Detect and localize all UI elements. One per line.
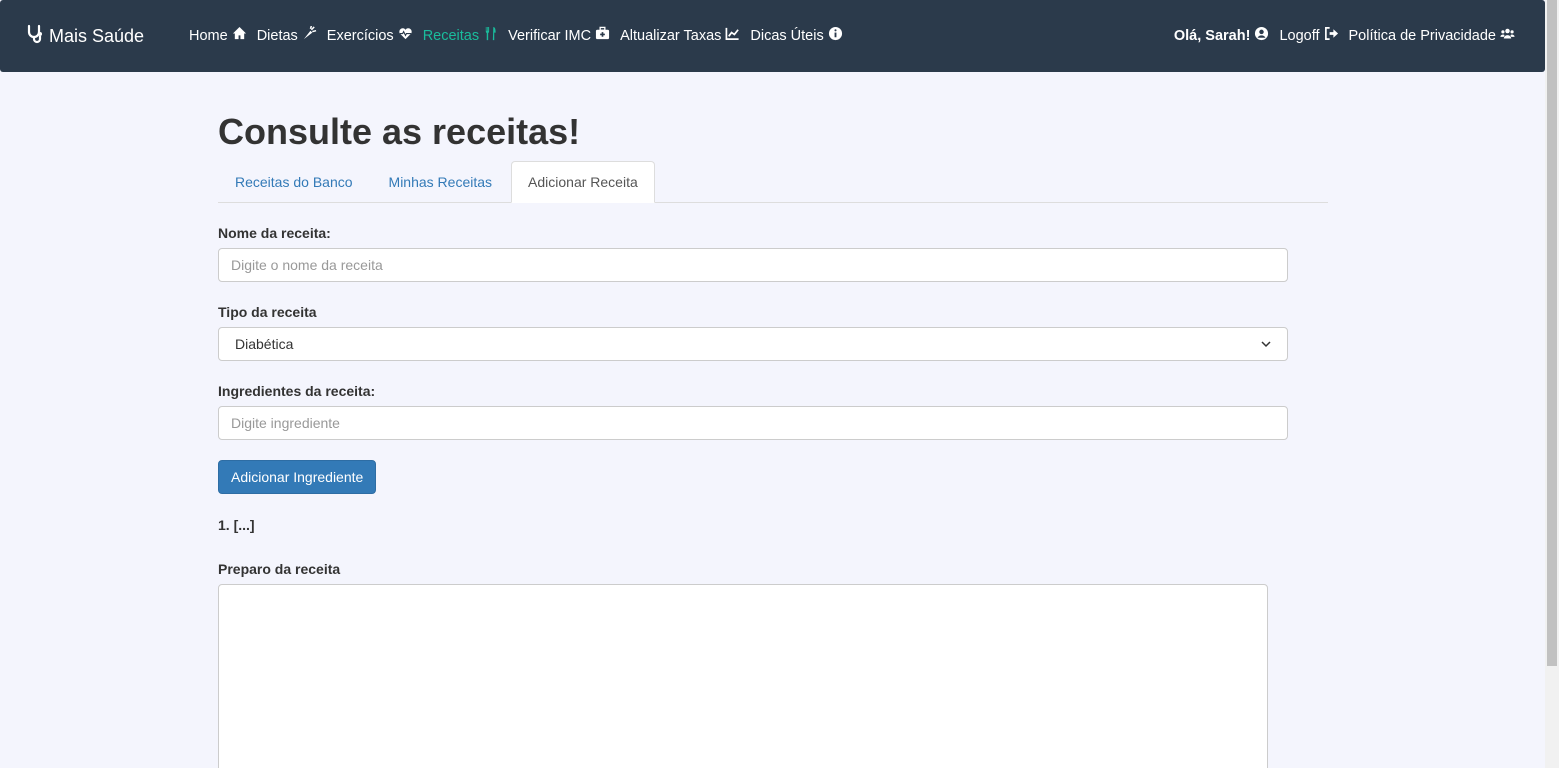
tab-receitas-do-banco[interactable]: Receitas do Banco (218, 161, 370, 203)
page: Mais Saúde Home Dietas Exercícios Receit… (0, 0, 1545, 768)
nav-receitas[interactable]: Receitas (423, 26, 498, 45)
info-circle-icon (828, 26, 843, 45)
heart-pulse-icon (398, 26, 413, 45)
nav-dicas-uteis-label: Dicas Úteis (750, 27, 824, 44)
navbar: Mais Saúde Home Dietas Exercícios Receit… (0, 0, 1545, 72)
main-nav: Home Dietas Exercícios Receitas Verifica… (189, 25, 853, 45)
nav-politica-privacidade-label: Política de Privacidade (1348, 27, 1497, 44)
user-greeting[interactable]: Olá, Sarah! (1174, 26, 1270, 45)
chevron-down-icon (1261, 336, 1271, 352)
user-nav: Olá, Sarah! Logoff Política de Privacida… (1164, 26, 1515, 45)
brand-name: Mais Saúde (49, 25, 145, 46)
nav-exercicios[interactable]: Exercícios (327, 26, 413, 45)
nav-receitas-label: Receitas (422, 27, 480, 44)
nav-home[interactable]: Home (189, 26, 247, 45)
prep-textarea[interactable] (218, 584, 1268, 768)
ingredient-list-item: 1. [...] (218, 517, 255, 533)
ingredient-input[interactable] (218, 406, 1288, 440)
nav-verificar-imc-label: Verificar IMC (508, 27, 592, 44)
user-greeting-label: Olá, Sarah! (1173, 27, 1251, 44)
chart-line-icon (725, 26, 740, 45)
recipe-type-label: Tipo da receita (218, 304, 317, 320)
prep-label: Preparo da receita (218, 561, 341, 577)
ingredients-label: Ingredientes da receita: (218, 383, 376, 399)
nav-politica-privacidade[interactable]: Política de Privacidade (1349, 26, 1516, 45)
nav-atualizar-taxas-label: Altualizar Taxas (620, 27, 722, 44)
nav-dicas-uteis[interactable]: Dicas Úteis (750, 26, 842, 45)
recipe-tabs: Receitas do Banco Minhas Receitas Adicio… (218, 161, 1328, 203)
recipe-name-label: Nome da receita: (218, 225, 331, 241)
nav-dietas-label: Dietas (256, 27, 298, 44)
nav-dietas[interactable]: Dietas (256, 25, 317, 45)
page-title: Consulte as receitas! (218, 111, 581, 152)
medical-kit-icon (595, 26, 610, 45)
tab-minhas-receitas[interactable]: Minhas Receitas (372, 161, 510, 203)
recipe-name-input[interactable] (218, 248, 1288, 282)
nav-verificar-imc[interactable]: Verificar IMC (508, 26, 610, 45)
nav-logoff-label: Logoff (1279, 27, 1320, 44)
nav-atualizar-taxas[interactable]: Altualizar Taxas (620, 26, 740, 45)
user-circle-icon (1254, 26, 1269, 45)
sign-out-icon (1324, 26, 1339, 45)
utensils-icon (483, 26, 498, 45)
brand-link[interactable]: Mais Saúde (25, 23, 144, 49)
nav-exercicios-label: Exercícios (326, 27, 394, 44)
stethoscope-icon (25, 24, 45, 49)
recipe-type-select[interactable]: Diabética (218, 327, 1288, 361)
page-scrollbar[interactable] (1545, 0, 1559, 768)
nav-home-label: Home (189, 27, 228, 44)
scroll-thumb[interactable] (1547, 0, 1557, 666)
nav-logoff[interactable]: Logoff (1279, 26, 1338, 45)
add-ingredient-button[interactable]: Adicionar Ingrediente (218, 460, 377, 494)
main-content: Consulte as receitas! Receitas do Banco … (218, 100, 1328, 768)
recipe-type-value: Diabética (235, 336, 294, 352)
tab-adicionar-receita[interactable]: Adicionar Receita (511, 161, 655, 203)
users-icon (1500, 26, 1515, 45)
home-icon (232, 26, 247, 45)
carrot-icon (302, 25, 317, 45)
